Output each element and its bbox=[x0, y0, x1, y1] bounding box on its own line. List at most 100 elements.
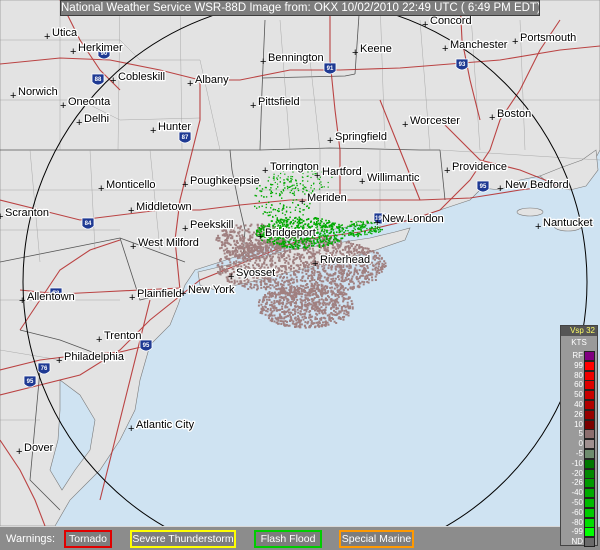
legend-product: Vsp 32 bbox=[561, 326, 597, 336]
city-marker: + bbox=[150, 125, 156, 137]
radar-title: National Weather Service WSR-88D Image f… bbox=[60, 0, 540, 16]
city-marker: + bbox=[60, 100, 66, 112]
city-label: Utica bbox=[52, 27, 78, 39]
legend-row: ND bbox=[561, 536, 597, 548]
interstate-shield-icon: 95 bbox=[23, 375, 37, 388]
shield-number: 87 bbox=[182, 135, 189, 141]
city-marker: + bbox=[312, 258, 318, 270]
city-label: Philadelphia bbox=[64, 351, 125, 363]
city-label: Dover bbox=[24, 442, 54, 454]
interstate-shield-icon: 91 bbox=[323, 62, 337, 75]
city-label: Meriden bbox=[307, 192, 347, 204]
city-marker: + bbox=[130, 241, 136, 253]
city-label: New York bbox=[188, 284, 235, 296]
city-marker: + bbox=[180, 288, 186, 300]
warning-tornado: Tornado bbox=[64, 530, 112, 548]
city-label: Bridgeport bbox=[265, 227, 316, 239]
city-marker: + bbox=[16, 446, 22, 458]
warning-special-marine: Special Marine bbox=[339, 530, 414, 548]
city-label: Worcester bbox=[410, 115, 460, 127]
shield-number: 93 bbox=[459, 62, 466, 68]
city-label: Nantucket bbox=[543, 217, 593, 229]
city-label: Herkimer bbox=[78, 42, 123, 54]
warnings-label: Warnings: bbox=[6, 533, 56, 545]
city-marker: + bbox=[96, 334, 102, 346]
interstate-shield-icon: 84 bbox=[81, 217, 95, 230]
warning-severe-thunderstorm: Severe Thunderstorm bbox=[130, 530, 236, 548]
city-marker: + bbox=[0, 211, 3, 223]
city-marker: + bbox=[10, 90, 16, 102]
city-label: Allentown bbox=[27, 291, 75, 303]
city-label: Atlantic City bbox=[136, 419, 195, 431]
legend-swatch bbox=[584, 537, 595, 548]
city-marker: + bbox=[359, 176, 365, 188]
city-label: Poughkeepsie bbox=[190, 175, 260, 187]
city-label: Norwich bbox=[18, 86, 58, 98]
city-marker: + bbox=[128, 205, 134, 217]
interstate-shield-icon: 93 bbox=[455, 58, 469, 71]
city-label: New Bedford bbox=[505, 179, 569, 191]
city-marker: + bbox=[314, 170, 320, 182]
city-marker: + bbox=[512, 36, 518, 48]
city-marker: + bbox=[497, 183, 503, 195]
interstate-shield-icon: 95 bbox=[139, 339, 153, 352]
city-label: Oneonta bbox=[68, 96, 111, 108]
city-label: Manchester bbox=[450, 39, 508, 51]
city-label: Willimantic bbox=[367, 172, 420, 184]
city-label: Bennington bbox=[268, 52, 324, 64]
city-marker: + bbox=[442, 43, 448, 55]
city-marker: + bbox=[422, 19, 428, 31]
city-marker: + bbox=[257, 231, 263, 243]
legend-value: ND bbox=[571, 537, 583, 547]
city-marker: + bbox=[299, 196, 305, 208]
city-label: Hartford bbox=[322, 166, 362, 178]
warnings-legend: Warnings: Tornado Severe Thunderstorm Fl… bbox=[0, 526, 600, 550]
shield-number: 84 bbox=[85, 221, 92, 227]
city-marker: + bbox=[70, 46, 76, 58]
city-marker: + bbox=[535, 221, 541, 233]
city-marker: + bbox=[228, 271, 234, 283]
city-label: Pittsfield bbox=[258, 96, 300, 108]
radar-map[interactable]: 9088919387958478195769595 + Concord+ Utica… bbox=[0, 0, 600, 526]
shield-number: 88 bbox=[95, 77, 102, 83]
city-label: Concord bbox=[430, 15, 472, 27]
city-label: Middletown bbox=[136, 201, 192, 213]
city-marker: + bbox=[129, 292, 135, 304]
city-label: Hunter bbox=[158, 121, 191, 133]
interstate-shield-icon: 88 bbox=[91, 73, 105, 86]
shield-number: 95 bbox=[27, 379, 34, 385]
shield-number: 76 bbox=[41, 366, 48, 372]
city-label: New London bbox=[382, 213, 444, 225]
shield-number: 95 bbox=[143, 343, 150, 349]
city-marker: + bbox=[187, 78, 193, 90]
city-marker: + bbox=[44, 31, 50, 43]
city-marker: + bbox=[76, 117, 82, 129]
city-label: Peekskill bbox=[190, 219, 233, 231]
city-marker: + bbox=[262, 165, 268, 177]
city-marker: + bbox=[250, 100, 256, 112]
radar-viewer: 90 88 91 93 87 95 84 78 195 76 95 95 + Concord + Utica… bbox=[0, 0, 600, 550]
city-marker: + bbox=[489, 112, 495, 124]
shield-number: 95 bbox=[480, 184, 487, 190]
warning-flash-flood: Flash Flood bbox=[254, 530, 322, 548]
city-marker: + bbox=[110, 75, 116, 87]
city-label: Trenton bbox=[104, 330, 142, 342]
city-marker: + bbox=[444, 165, 450, 177]
interstate-shield-icon: 95 bbox=[476, 180, 490, 193]
city-marker: + bbox=[19, 295, 25, 307]
city-marker: + bbox=[402, 119, 408, 131]
city-label: Syosset bbox=[236, 267, 275, 279]
city-marker: + bbox=[56, 355, 62, 367]
city-label: West Milford bbox=[138, 237, 199, 249]
city-label: Delhi bbox=[84, 113, 109, 125]
city-marker: + bbox=[260, 56, 266, 68]
city-label: Cobleskill bbox=[118, 71, 165, 83]
city-marker: + bbox=[327, 135, 333, 147]
city-label: Boston bbox=[497, 108, 531, 120]
city-label: Monticello bbox=[106, 179, 156, 191]
velocity-legend: Vsp 32 KTS RF 99 80 60 50 40 26 10 5 0 -5 -10 -20 -26… bbox=[560, 325, 598, 548]
city-marker: + bbox=[374, 217, 380, 229]
city-marker: + bbox=[352, 47, 358, 59]
city-label: Albany bbox=[195, 74, 229, 86]
interstate-shield-icon: 76 bbox=[37, 362, 51, 375]
